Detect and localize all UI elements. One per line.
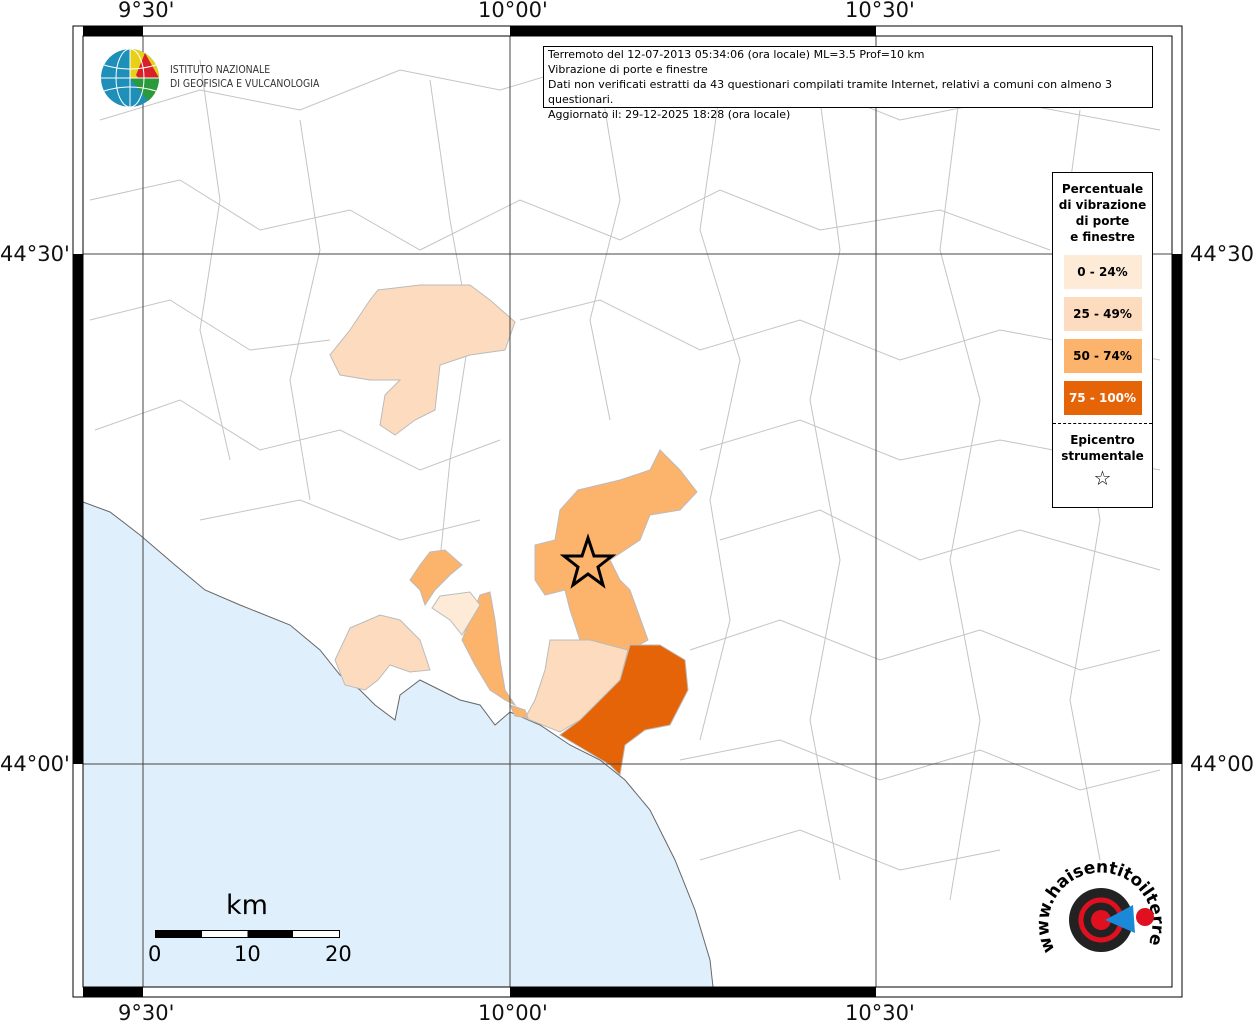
legend-title: Percentuale di vibrazione di porte e finest… [1058, 182, 1147, 244]
event-info-line: Dati non verificati estratti da 43 quest… [548, 78, 1113, 106]
scale-label: 20 [325, 942, 352, 966]
legend: Percentuale di vibrazione di porte e finest… [1052, 172, 1153, 508]
lat-label: 44°00' [0, 752, 70, 776]
legend-class-75-100: 75 - 100% [1063, 381, 1142, 415]
star-icon: ☆ [1093, 466, 1112, 490]
lat-label: 44°30' [0, 242, 70, 266]
scale-label: 0 [148, 942, 162, 966]
lon-label: 9°30' [118, 0, 175, 22]
event-info-line: Terremoto del 12-07-2013 05:34:06 (ora l… [548, 48, 925, 61]
event-info-box: Terremoto del 12-07-2013 05:34:06 (ora l… [543, 46, 1153, 121]
lon-label: 10°30' [845, 1001, 915, 1025]
legend-class-50-74: 50 - 74% [1063, 339, 1142, 373]
lon-label: 10°30' [845, 0, 915, 22]
lon-label: 10°00' [478, 0, 548, 22]
scale-label: 10 [234, 942, 261, 966]
ingv-logo-text: ISTITUTO NAZIONALE DI GEOFISICA E VULCANO… [170, 63, 320, 90]
scale-unit: km [226, 890, 268, 921]
lat-label: 44°00' [1190, 752, 1255, 776]
legend-class-25-49: 25 - 49% [1063, 297, 1142, 331]
event-info-line: Aggiornato il: 29-12-2025 18:28 (ora loc… [548, 108, 791, 121]
lat-label: 44°30' [1190, 242, 1255, 266]
lon-label: 9°30' [118, 1001, 175, 1025]
event-info-line: Vibrazione di porte e finestre [548, 63, 708, 76]
lon-label: 10°00' [478, 1001, 548, 1025]
legend-epicenter: Epicentro strumentale [1061, 433, 1144, 463]
haisentito-logo: www.haisentitoilterremoto.it [1035, 845, 1168, 956]
legend-class-0-24: 0 - 24% [1063, 255, 1142, 289]
ingv-logo [101, 48, 160, 108]
